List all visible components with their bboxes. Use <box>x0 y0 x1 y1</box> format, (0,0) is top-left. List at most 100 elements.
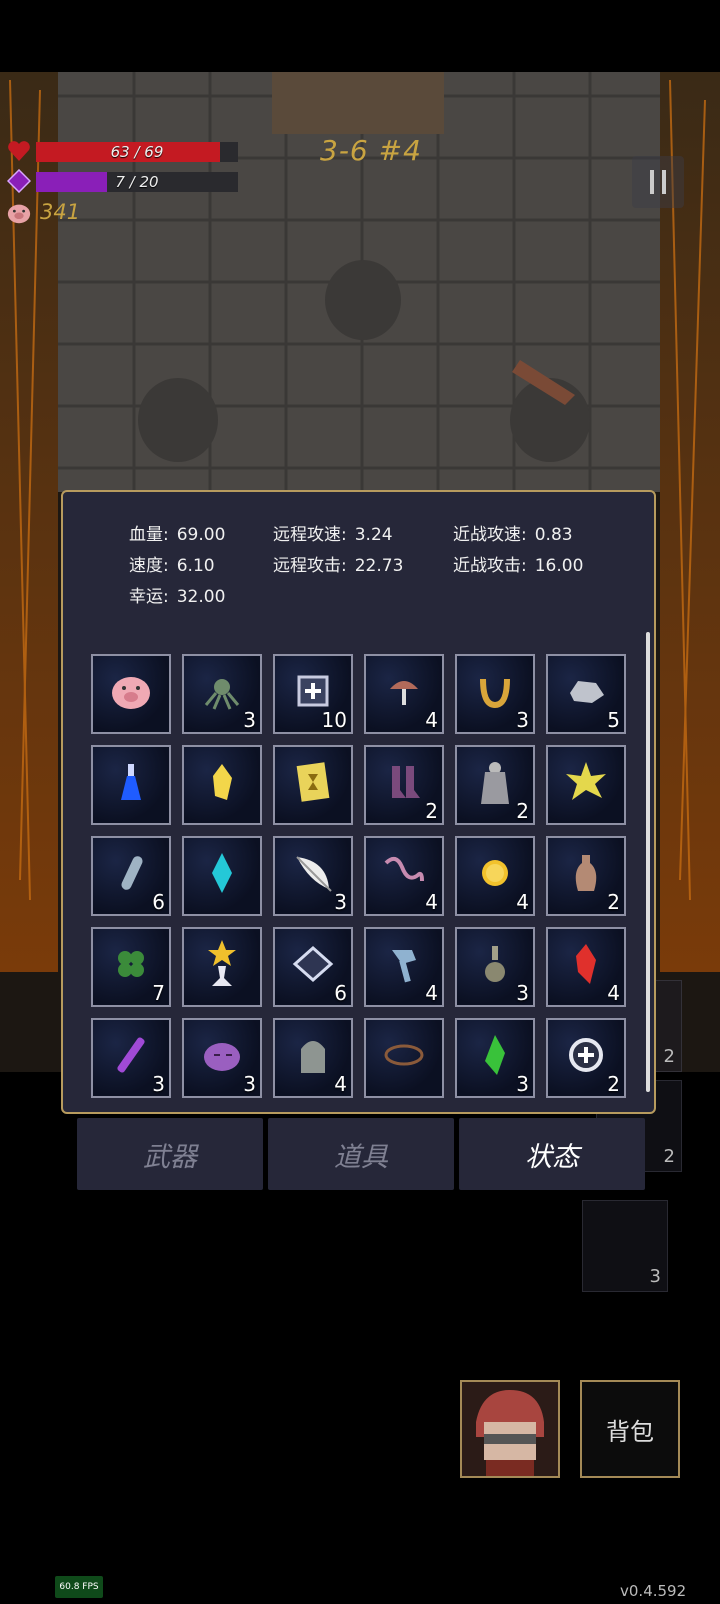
inventory-slot[interactable] <box>182 836 262 916</box>
inventory-slot[interactable]: 3 <box>455 1018 535 1098</box>
stat-entry: 血量: 69.00 <box>129 520 225 545</box>
item-count: 6 <box>152 890 165 914</box>
inventory-slot[interactable]: 4 <box>546 927 626 1007</box>
cloak-icon <box>477 758 513 812</box>
spiked-star-icon <box>564 760 608 810</box>
rhombus-tile-icon <box>291 944 335 990</box>
level-indicator: 3-6 #4 <box>320 134 422 167</box>
inventory-slot[interactable]: 3 <box>182 654 262 734</box>
tab-status[interactable]: 状态 <box>459 1118 645 1190</box>
coin-count: 341 <box>40 200 81 224</box>
slime-icon <box>200 1037 244 1079</box>
item-count: 7 <box>152 981 165 1005</box>
tombstone-icon <box>295 1033 331 1083</box>
stat-entry: 近战攻速: 0.83 <box>453 520 573 545</box>
item-count: 4 <box>516 890 529 914</box>
stat-entry: 远程攻击: 22.73 <box>273 551 403 576</box>
gold-coin-icon <box>475 853 515 899</box>
item-count: 4 <box>425 708 438 732</box>
inventory-slot[interactable] <box>182 927 262 1007</box>
stat-value: 69.00 <box>176 525 226 545</box>
vial-icon <box>111 851 151 901</box>
tab-weapons[interactable]: 武器 <box>77 1118 263 1190</box>
inventory-slot[interactable]: 2 <box>455 745 535 825</box>
worm-icon <box>382 853 426 899</box>
blue-potion-icon <box>113 760 149 810</box>
item-count: 3 <box>243 708 256 732</box>
heart-icon <box>6 138 32 164</box>
character-portrait[interactable] <box>460 1380 560 1478</box>
inventory-slot[interactable]: 6 <box>91 836 171 916</box>
item-count: 4 <box>425 981 438 1005</box>
stat-value: 3.24 <box>354 525 393 545</box>
backpack-button[interactable]: 背包 <box>580 1380 680 1478</box>
item-count: 3 <box>152 1072 165 1096</box>
yellow-crystal-icon <box>207 760 237 810</box>
inventory-slot[interactable] <box>91 654 171 734</box>
green-crystal-icon <box>481 1033 509 1083</box>
item-count: 6 <box>334 981 347 1005</box>
stat-label: 幸运: <box>129 587 169 607</box>
mana-bar: 7 / 20 <box>36 172 238 192</box>
clover-icon <box>111 944 151 990</box>
heal-ring-icon <box>566 1035 606 1081</box>
inventory-slot[interactable]: 10 <box>273 654 353 734</box>
inventory-slot[interactable]: 7 <box>91 927 171 1007</box>
thorn-crown-icon <box>382 1040 426 1076</box>
inventory-slot[interactable]: 5 <box>546 654 626 734</box>
inventory-slot[interactable]: 6 <box>273 927 353 1007</box>
pig-coin-icon <box>6 200 32 226</box>
inventory-slot[interactable] <box>364 1018 444 1098</box>
inventory-slot[interactable]: 3 <box>182 1018 262 1098</box>
inventory-slot[interactable] <box>91 745 171 825</box>
inventory-slot[interactable]: 4 <box>364 836 444 916</box>
item-count: 3 <box>243 1072 256 1096</box>
side-slot[interactable]: 3 <box>582 1200 668 1292</box>
tab-items[interactable]: 道具 <box>268 1118 454 1190</box>
inventory-slot[interactable]: 3 <box>91 1018 171 1098</box>
inventory-slot[interactable]: 2 <box>546 836 626 916</box>
item-count: 3 <box>334 890 347 914</box>
inventory-slot[interactable]: 3 <box>455 927 535 1007</box>
inventory-slot[interactable] <box>273 745 353 825</box>
pause-icon <box>650 170 654 194</box>
inventory-slot[interactable]: 3 <box>455 654 535 734</box>
inventory-slot[interactable]: 4 <box>455 836 535 916</box>
inventory-slot[interactable] <box>546 745 626 825</box>
mushroom-icon <box>384 671 424 717</box>
inventory-slot[interactable]: 2 <box>364 745 444 825</box>
inventory-slot[interactable]: 2 <box>546 1018 626 1098</box>
stat-entry: 幸运: 32.00 <box>129 582 225 607</box>
inventory-slot[interactable]: 3 <box>273 836 353 916</box>
octopus-icon <box>200 671 244 717</box>
hourglass-card-icon <box>295 760 331 810</box>
item-count: 2 <box>516 799 529 823</box>
item-count: 2 <box>607 1072 620 1096</box>
inventory-slot[interactable]: 4 <box>273 1018 353 1098</box>
stat-value: 0.83 <box>534 525 573 545</box>
rock-icon <box>564 673 608 715</box>
stat-label: 远程攻击: <box>273 556 347 576</box>
stat-label: 远程攻速: <box>273 525 347 545</box>
stat-value: 32.00 <box>176 587 226 607</box>
stat-value: 22.73 <box>354 556 404 576</box>
items-scrollbar[interactable] <box>646 632 650 1092</box>
inventory-slot[interactable]: 4 <box>364 927 444 1007</box>
inventory-slot[interactable] <box>182 745 262 825</box>
stat-label: 近战攻击: <box>453 556 527 576</box>
mana-diamond-icon <box>6 168 32 194</box>
cyan-crystal-icon <box>208 851 236 901</box>
stat-entry: 远程攻速: 3.24 <box>273 520 393 545</box>
stat-label: 速度: <box>129 556 169 576</box>
stat-value: 16.00 <box>534 556 584 576</box>
item-count: 3 <box>516 708 529 732</box>
item-count: 5 <box>607 708 620 732</box>
pause-button[interactable] <box>632 156 684 208</box>
test-tube-icon <box>109 1033 153 1083</box>
inventory-slot[interactable]: 4 <box>364 654 444 734</box>
stat-entry: 速度: 6.10 <box>129 551 215 576</box>
item-count: 2 <box>607 890 620 914</box>
item-count: 2 <box>425 799 438 823</box>
item-count: 4 <box>607 981 620 1005</box>
feather-icon <box>291 851 335 901</box>
